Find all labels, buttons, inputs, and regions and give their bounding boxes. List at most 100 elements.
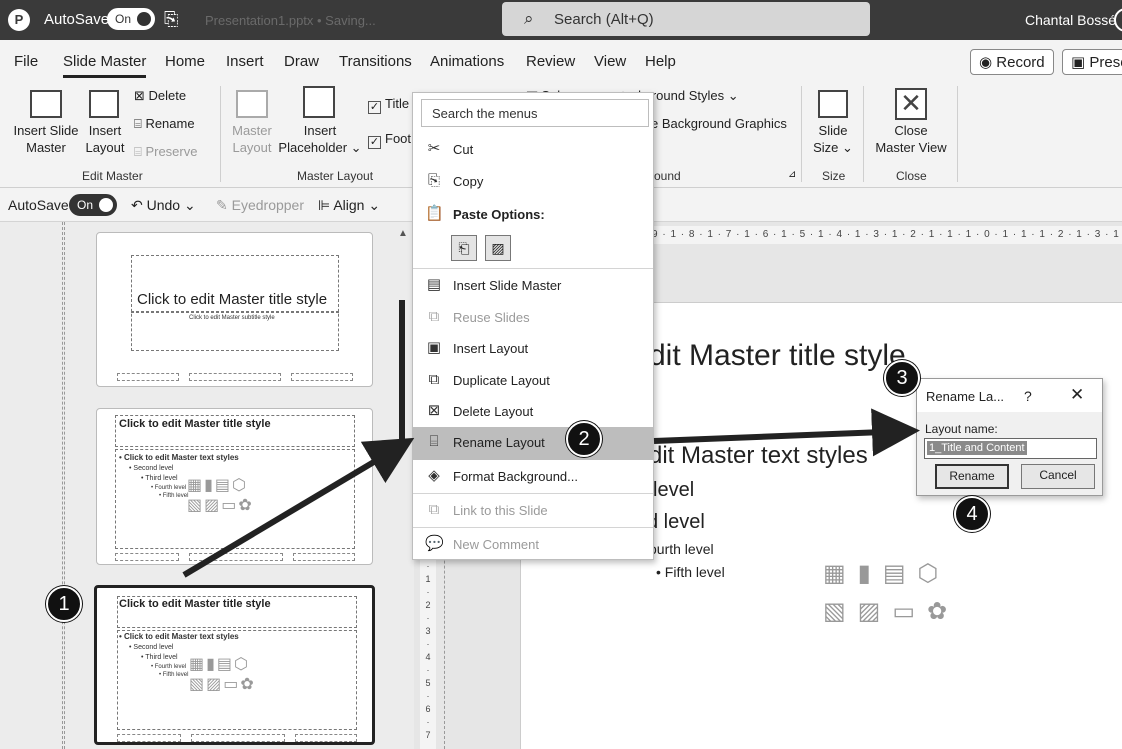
autosave-toggle[interactable]: On bbox=[107, 8, 155, 30]
slide-size-button[interactable]: Slide Size ⌄ bbox=[808, 122, 858, 156]
menu-item-copy[interactable]: ⎘ Copy bbox=[413, 166, 653, 196]
insert-placeholder-button[interactable]: Insert Placeholder ⌄ bbox=[278, 122, 362, 156]
menu-item-delete-layout[interactable]: ⊠ Delete Layout bbox=[413, 396, 653, 426]
checkbox-checked-icon: ✓ bbox=[368, 101, 381, 114]
footers-checkbox[interactable]: ✓ Foot bbox=[368, 131, 411, 149]
menu-item-insert-slide-master[interactable]: ▤ Insert Slide Master bbox=[413, 270, 653, 300]
footer-number-placeholder bbox=[295, 734, 357, 742]
tab-slide-master[interactable]: Slide Master bbox=[63, 53, 147, 78]
menu-label-new-comment: New Comment bbox=[453, 537, 539, 552]
menu-separator bbox=[413, 527, 653, 528]
tab-transitions[interactable]: Transitions bbox=[339, 53, 412, 70]
preserve-label: Preserve bbox=[145, 144, 198, 159]
menu-item-duplicate-layout[interactable]: ⧉ Duplicate Layout bbox=[413, 365, 653, 395]
master-layout-button[interactable]: Master Layout bbox=[228, 122, 276, 156]
title-checkbox[interactable]: ✓ Title bbox=[368, 96, 409, 114]
delete-button[interactable]: ⊠ Delete bbox=[134, 88, 186, 104]
user-name[interactable]: Chantal Bossé bbox=[1025, 12, 1116, 28]
preserve-button[interactable]: ⌸ Preserve bbox=[134, 144, 197, 160]
tab-review[interactable]: Review bbox=[526, 53, 575, 70]
content-insert-icons: ▧▨▭✿ bbox=[187, 497, 254, 514]
hide-background-graphics-checkbox[interactable]: e Background Graphics bbox=[651, 116, 787, 131]
slide-body-level-2[interactable]: level bbox=[653, 479, 694, 502]
insert-layout-icon: ▣ bbox=[426, 339, 442, 356]
scroll-up-icon[interactable]: ▲ bbox=[398, 228, 408, 239]
menu-item-link-to-slide[interactable]: ⧉ Link to this Slide bbox=[413, 495, 653, 525]
present-label: Prese bbox=[1089, 54, 1122, 71]
rename-button[interactable]: ⌸ Rename bbox=[134, 116, 195, 132]
powerpoint-app-icon: P bbox=[8, 9, 30, 31]
layout-thumbnail-1[interactable]: Click to edit Master title style • Click… bbox=[96, 408, 373, 565]
dialog-header: Rename La... ? ✕ bbox=[917, 379, 1102, 412]
insert-content-icons-row-2[interactable]: ▧▨▭✿ bbox=[823, 597, 959, 626]
menu-item-cut[interactable]: ✂ Cut bbox=[413, 134, 653, 164]
menu-item-format-background[interactable]: ◈ Format Background... bbox=[413, 461, 653, 491]
paste-picture-icon[interactable]: ▨ bbox=[485, 235, 511, 261]
align-button[interactable]: ⊫ Align ⌄ bbox=[318, 197, 380, 214]
thumb-layout-title: Click to edit Master title style bbox=[119, 418, 271, 430]
record-button[interactable]: ◉ Record bbox=[970, 49, 1054, 75]
slide-body-level-4[interactable]: ourth level bbox=[649, 541, 714, 557]
menu-label-format-background: Format Background... bbox=[453, 469, 578, 484]
tab-view[interactable]: View bbox=[594, 53, 626, 70]
menu-item-paste-options: 📋 Paste Options: bbox=[413, 199, 653, 229]
paste-keep-source-icon[interactable]: ⎗ bbox=[451, 235, 477, 261]
menu-label-insert-layout: Insert Layout bbox=[453, 341, 529, 356]
menu-item-insert-layout[interactable]: ▣ Insert Layout bbox=[413, 333, 653, 363]
layout-name-label: Layout name: bbox=[925, 422, 998, 436]
ruler-mark: · bbox=[426, 587, 430, 597]
undo-label: Undo bbox=[146, 197, 181, 213]
layout-name-input[interactable]: 1_Title and Content bbox=[924, 438, 1097, 459]
preserve-icon: ⌸ bbox=[134, 144, 142, 159]
insert-slide-master-icon bbox=[30, 90, 62, 118]
insert-content-icons-row-1[interactable]: ▦▮▤⬡ bbox=[823, 559, 951, 588]
toggle-knob bbox=[137, 12, 151, 26]
dialog-title: Rename La... bbox=[926, 389, 1005, 404]
qat-autosave-toggle[interactable]: On bbox=[69, 194, 117, 216]
ruler-mark: 7 bbox=[425, 730, 431, 740]
layout-thumbnail-selected[interactable]: Click to edit Master title style • Click… bbox=[94, 585, 375, 745]
search-menus-input[interactable]: Search the menus bbox=[421, 99, 649, 127]
background-dialog-launcher-icon[interactable]: ⊿ bbox=[788, 169, 796, 180]
slide-body-level-1[interactable]: dit Master text styles bbox=[649, 442, 868, 470]
insert-slide-master-button[interactable]: Insert Slide Master bbox=[8, 122, 84, 156]
tab-home[interactable]: Home bbox=[165, 53, 205, 70]
menu-item-reuse-slides[interactable]: ⧉ Reuse Slides bbox=[413, 302, 653, 332]
slide-body-level-5[interactable]: • Fifth level bbox=[656, 564, 725, 580]
ruler-mark: 2 bbox=[425, 600, 431, 610]
chevron-down-icon[interactable]: ⌄ bbox=[184, 197, 196, 213]
close-icon[interactable]: ✕ bbox=[1070, 385, 1084, 405]
close-master-view-button[interactable]: Close Master View bbox=[870, 122, 952, 156]
tab-animations[interactable]: Animations bbox=[430, 53, 504, 70]
present-button[interactable]: ▣ Prese bbox=[1062, 49, 1122, 75]
footer-date-placeholder bbox=[117, 734, 181, 742]
search-box[interactable]: ⌕ Search (Alt+Q) bbox=[502, 2, 870, 36]
insert-layout-button[interactable]: Insert Layout bbox=[82, 122, 128, 156]
tab-insert[interactable]: Insert bbox=[226, 53, 264, 70]
menu-item-new-comment[interactable]: 💬 New Comment bbox=[413, 529, 653, 559]
rename-button[interactable]: Rename bbox=[935, 464, 1009, 489]
insert-layout-icon bbox=[89, 90, 119, 118]
callout-1: 1 bbox=[46, 586, 82, 622]
save-icon[interactable]: ⎘ bbox=[164, 9, 184, 29]
tab-draw[interactable]: Draw bbox=[284, 53, 319, 70]
eyedropper-button[interactable]: ✎ Eyedropper bbox=[216, 197, 304, 214]
menu-label-reuse-slides: Reuse Slides bbox=[453, 310, 530, 325]
slide-title[interactable]: dit Master title style bbox=[649, 339, 906, 373]
help-icon[interactable]: ? bbox=[1024, 388, 1032, 404]
undo-button[interactable]: ↶ Undo ⌄ bbox=[131, 197, 196, 214]
slide-master-thumbnail[interactable]: Click to edit Master title style Click t… bbox=[96, 232, 373, 387]
tab-help[interactable]: Help bbox=[645, 53, 676, 70]
menu-separator bbox=[413, 493, 653, 494]
autosave-label: AutoSave bbox=[44, 11, 110, 28]
menu-item-rename-layout[interactable]: ⌸ Rename Layout bbox=[413, 427, 653, 460]
slide-body-level-3[interactable]: d level bbox=[647, 511, 705, 534]
cancel-button[interactable]: Cancel bbox=[1021, 464, 1095, 489]
master-layout-label-1: Master bbox=[232, 123, 272, 138]
thumb-selected-level-2: • Second level bbox=[129, 644, 174, 651]
ruler-mark: · bbox=[426, 639, 430, 649]
tab-file[interactable]: File bbox=[14, 53, 38, 70]
menu-label-insert-slide-master: Insert Slide Master bbox=[453, 278, 562, 293]
guide-line bbox=[64, 222, 65, 749]
close-group-label: Close bbox=[896, 169, 927, 183]
